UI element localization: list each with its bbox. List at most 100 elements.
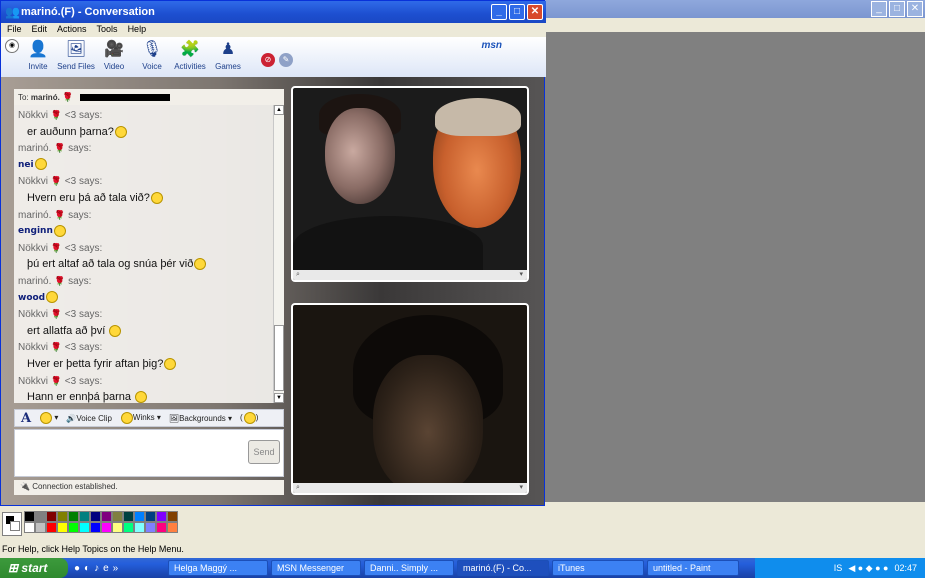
close-button[interactable]: ✕ bbox=[527, 4, 543, 20]
backgrounds-button[interactable]: 🖼Backgrounds ▾ bbox=[169, 414, 232, 423]
games-label: Games bbox=[215, 62, 241, 71]
taskbar-button[interactable]: untitled - Paint bbox=[647, 560, 739, 576]
menu-help[interactable]: Help bbox=[128, 24, 147, 36]
palette-swatch[interactable] bbox=[145, 522, 156, 533]
scroll-thumb[interactable] bbox=[274, 325, 284, 391]
invite-button[interactable]: 👤 Invite bbox=[19, 39, 57, 71]
palette-swatch[interactable] bbox=[134, 522, 145, 533]
display-picture-icon[interactable]: ✎ bbox=[279, 53, 293, 67]
redacted-bar bbox=[79, 94, 170, 102]
send-button[interactable]: Send bbox=[248, 440, 280, 464]
window-title: marinó.(F) - Conversation bbox=[21, 6, 155, 18]
palette-swatch[interactable] bbox=[145, 511, 156, 522]
voice-button[interactable]: 🎙 Voice bbox=[133, 39, 171, 71]
palette-swatch[interactable] bbox=[57, 511, 68, 522]
palette-swatch[interactable] bbox=[101, 522, 112, 533]
wink-icon bbox=[120, 412, 133, 424]
system-tray: IS ◀ ● ◆ ● ● 02:47 bbox=[755, 558, 925, 578]
chat-history[interactable]: Nökkvi 🌹 <3 says: er auðunn þarna? marinó.… bbox=[14, 105, 284, 403]
block-icon[interactable]: ⊘ bbox=[261, 53, 275, 67]
menu-tools[interactable]: Tools bbox=[97, 24, 118, 36]
language-indicator[interactable]: IS bbox=[834, 563, 843, 573]
menu-edit[interactable]: Edit bbox=[32, 24, 48, 36]
smiley-icon bbox=[164, 358, 177, 370]
firefox-icon[interactable]: ● bbox=[74, 563, 80, 574]
voice-clip-button[interactable]: 🔊Voice Clip bbox=[66, 414, 112, 423]
palette-swatch[interactable] bbox=[167, 522, 178, 533]
scroll-down-arrow[interactable]: ▼ bbox=[274, 393, 284, 403]
taskbar-button[interactable]: MSN Messenger bbox=[271, 560, 361, 576]
games-button[interactable]: ♟ Games bbox=[209, 39, 247, 71]
scroll-up-arrow[interactable]: ▲ bbox=[274, 105, 284, 115]
remote-webcam-menu-arrow[interactable]: ▾ bbox=[519, 270, 523, 280]
itunes-icon[interactable]: ♪ bbox=[94, 563, 99, 574]
paint-menubar bbox=[545, 18, 925, 32]
paint-titlebar: _ □ ✕ bbox=[545, 0, 925, 18]
media-player-icon[interactable]: ◐ bbox=[84, 563, 90, 574]
palette-swatch[interactable] bbox=[101, 511, 112, 522]
palette-swatch[interactable] bbox=[35, 511, 46, 522]
palette-swatch[interactable] bbox=[46, 522, 57, 533]
palette-swatch[interactable] bbox=[24, 511, 35, 522]
taskbar-button[interactable]: marinó.(F) - Co... bbox=[457, 560, 549, 576]
remote-webcam-view[interactable]: ⌕ ▾ bbox=[291, 86, 529, 282]
emoticon-button[interactable]: ▾ bbox=[39, 412, 58, 424]
paint-minimize-button[interactable]: _ bbox=[871, 1, 887, 17]
palette-swatch[interactable] bbox=[123, 511, 134, 522]
palette-swatch[interactable] bbox=[35, 522, 46, 533]
voice-clip-label: Voice Clip bbox=[76, 413, 112, 423]
says-suffix: <3 says: bbox=[62, 375, 103, 387]
menu-file[interactable]: File bbox=[7, 24, 22, 36]
palette-swatch[interactable] bbox=[156, 511, 167, 522]
palette-swatch[interactable] bbox=[68, 522, 79, 533]
smiley-icon bbox=[109, 324, 122, 337]
send-files-label: Send Files bbox=[57, 62, 95, 71]
palette-swatch[interactable] bbox=[57, 522, 68, 533]
quick-launch-more-icon[interactable]: » bbox=[113, 563, 119, 574]
palette-swatch[interactable] bbox=[90, 511, 101, 522]
sender-name: Nökkvi bbox=[18, 309, 51, 321]
palette-swatch[interactable] bbox=[68, 511, 79, 522]
taskbar-button[interactable]: Danni.. Simply ... bbox=[364, 560, 454, 576]
paint-canvas[interactable] bbox=[545, 32, 925, 502]
palette-swatch[interactable] bbox=[134, 511, 145, 522]
palette-swatch[interactable] bbox=[46, 511, 57, 522]
palette-swatch[interactable] bbox=[112, 522, 123, 533]
overlay-face-hair bbox=[435, 98, 521, 136]
palette-swatch[interactable] bbox=[24, 522, 35, 533]
video-button[interactable]: 🎥 Video bbox=[95, 39, 133, 71]
rose-icon: 🌹 bbox=[50, 242, 63, 253]
palette-swatch[interactable] bbox=[156, 522, 167, 533]
self-webcam-view[interactable]: ⌕ ▾ bbox=[291, 303, 529, 495]
ie-icon[interactable]: e bbox=[103, 563, 109, 574]
maximize-button[interactable]: □ bbox=[509, 4, 525, 20]
paint-maximize-button[interactable]: □ bbox=[889, 1, 905, 17]
palette-swatch[interactable] bbox=[112, 511, 123, 522]
palette-swatch[interactable] bbox=[90, 522, 101, 533]
font-button[interactable]: A bbox=[21, 411, 31, 426]
winks-button[interactable]: Winks ▾ bbox=[120, 412, 161, 424]
taskbar-button[interactable]: Helga Maggý ... bbox=[168, 560, 268, 576]
palette-swatch[interactable] bbox=[167, 511, 178, 522]
self-webcam-menu-arrow[interactable]: ▾ bbox=[519, 483, 523, 493]
speaker-icon: 🔊 bbox=[66, 413, 77, 423]
palette-swatch[interactable] bbox=[79, 511, 90, 522]
palette-swatch[interactable] bbox=[123, 522, 134, 533]
nudge-button[interactable]: () bbox=[240, 412, 258, 424]
activities-button[interactable]: 🧩 Activities bbox=[171, 39, 209, 71]
send-files-icon: 🖼 bbox=[65, 41, 87, 58]
chat-scrollbar[interactable]: ▲ ▼ bbox=[273, 105, 284, 403]
menu-actions[interactable]: Actions bbox=[57, 24, 87, 36]
paint-close-button[interactable]: ✕ bbox=[907, 1, 923, 17]
toolbar-toggle-icon[interactable]: ◉ bbox=[5, 39, 19, 53]
start-button[interactable]: ⊞ start bbox=[0, 558, 68, 578]
palette-swatch[interactable] bbox=[79, 522, 90, 533]
message-compose-input[interactable] bbox=[14, 429, 284, 477]
says-suffix: <3 says: bbox=[62, 309, 103, 321]
chat-message-line: nei bbox=[18, 157, 268, 174]
video-label: Video bbox=[103, 62, 125, 71]
send-files-button[interactable]: 🖼 Send Files bbox=[57, 39, 95, 71]
taskbar-button[interactable]: iTunes bbox=[552, 560, 644, 576]
remote-person-shoulders bbox=[293, 216, 483, 276]
minimize-button[interactable]: _ bbox=[491, 4, 507, 20]
